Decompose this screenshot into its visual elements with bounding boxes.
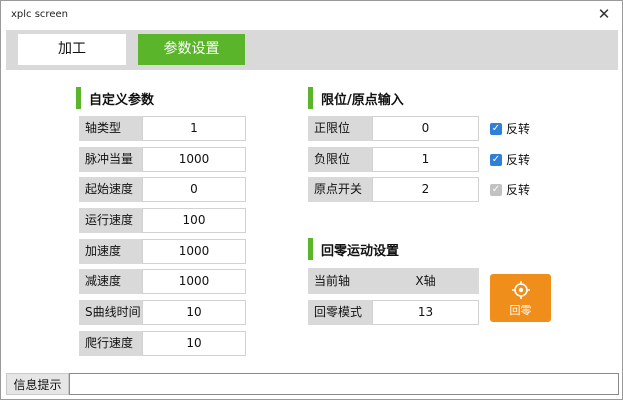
param-label: 运行速度 <box>79 208 142 233</box>
limit-input[interactable]: 0 <box>372 116 479 141</box>
param-input[interactable]: 10 <box>142 300 246 325</box>
param-label: 脉冲当量 <box>79 147 142 172</box>
window-title: xplc screen <box>11 9 68 20</box>
app-window: xplc screen ✕ 加工 参数设置 自定义参数 轴类型 1 脉冲当量 1… <box>0 0 623 400</box>
limit-input[interactable]: 2 <box>372 177 479 202</box>
status-bar: 信息提示 <box>6 373 619 395</box>
homing-title: 回零运动设置 <box>321 244 400 259</box>
invert-label: 反转 <box>506 183 531 197</box>
param-input[interactable]: 1000 <box>142 239 246 264</box>
param-input[interactable]: 1000 <box>142 269 246 294</box>
status-message-field <box>69 373 619 395</box>
param-input[interactable]: 0 <box>142 177 246 202</box>
param-label: 加速度 <box>79 239 142 264</box>
section-accent-bar <box>308 87 313 109</box>
status-label: 信息提示 <box>6 373 69 395</box>
param-input[interactable]: 10 <box>142 331 246 356</box>
param-input[interactable]: 100 <box>142 208 246 233</box>
checkbox-checked-disabled-icon: ✓ <box>490 184 502 196</box>
param-label: 轴类型 <box>79 116 142 141</box>
homing-mode-input[interactable]: 13 <box>372 300 479 325</box>
current-axis-label: 当前轴 <box>308 268 372 294</box>
invert-label: 反转 <box>506 122 531 136</box>
invert-label: 反转 <box>506 153 531 167</box>
home-button[interactable]: 回零 <box>490 274 551 322</box>
title-bar: xplc screen ✕ <box>1 1 622 30</box>
limit-inputs-title: 限位/原点输入 <box>321 93 404 108</box>
current-axis-value: X轴 <box>372 268 479 294</box>
crosshair-icon <box>512 281 530 299</box>
checkbox-checked-icon: ✓ <box>490 123 502 135</box>
homing-mode-label: 回零模式 <box>308 300 372 325</box>
param-label: 爬行速度 <box>79 331 142 356</box>
tab-parameter-settings[interactable]: 参数设置 <box>138 34 245 65</box>
tab-bar: 加工 参数设置 <box>6 30 618 70</box>
limit-label: 负限位 <box>308 147 372 172</box>
checkbox-checked-icon: ✓ <box>490 154 502 166</box>
param-label: 减速度 <box>79 269 142 294</box>
home-button-label: 回零 <box>509 304 532 317</box>
section-accent-bar <box>308 238 313 260</box>
limit-label: 正限位 <box>308 116 372 141</box>
param-input[interactable]: 1 <box>142 116 246 141</box>
section-accent-bar <box>76 87 81 109</box>
param-label: 起始速度 <box>79 177 142 202</box>
custom-params-title: 自定义参数 <box>89 93 155 108</box>
close-icon[interactable]: ✕ <box>594 4 614 24</box>
limit-input[interactable]: 1 <box>372 147 479 172</box>
param-input[interactable]: 1000 <box>142 147 246 172</box>
limit-label: 原点开关 <box>308 177 372 202</box>
tab-processing[interactable]: 加工 <box>18 34 126 65</box>
param-label: S曲线时间 <box>79 300 142 325</box>
